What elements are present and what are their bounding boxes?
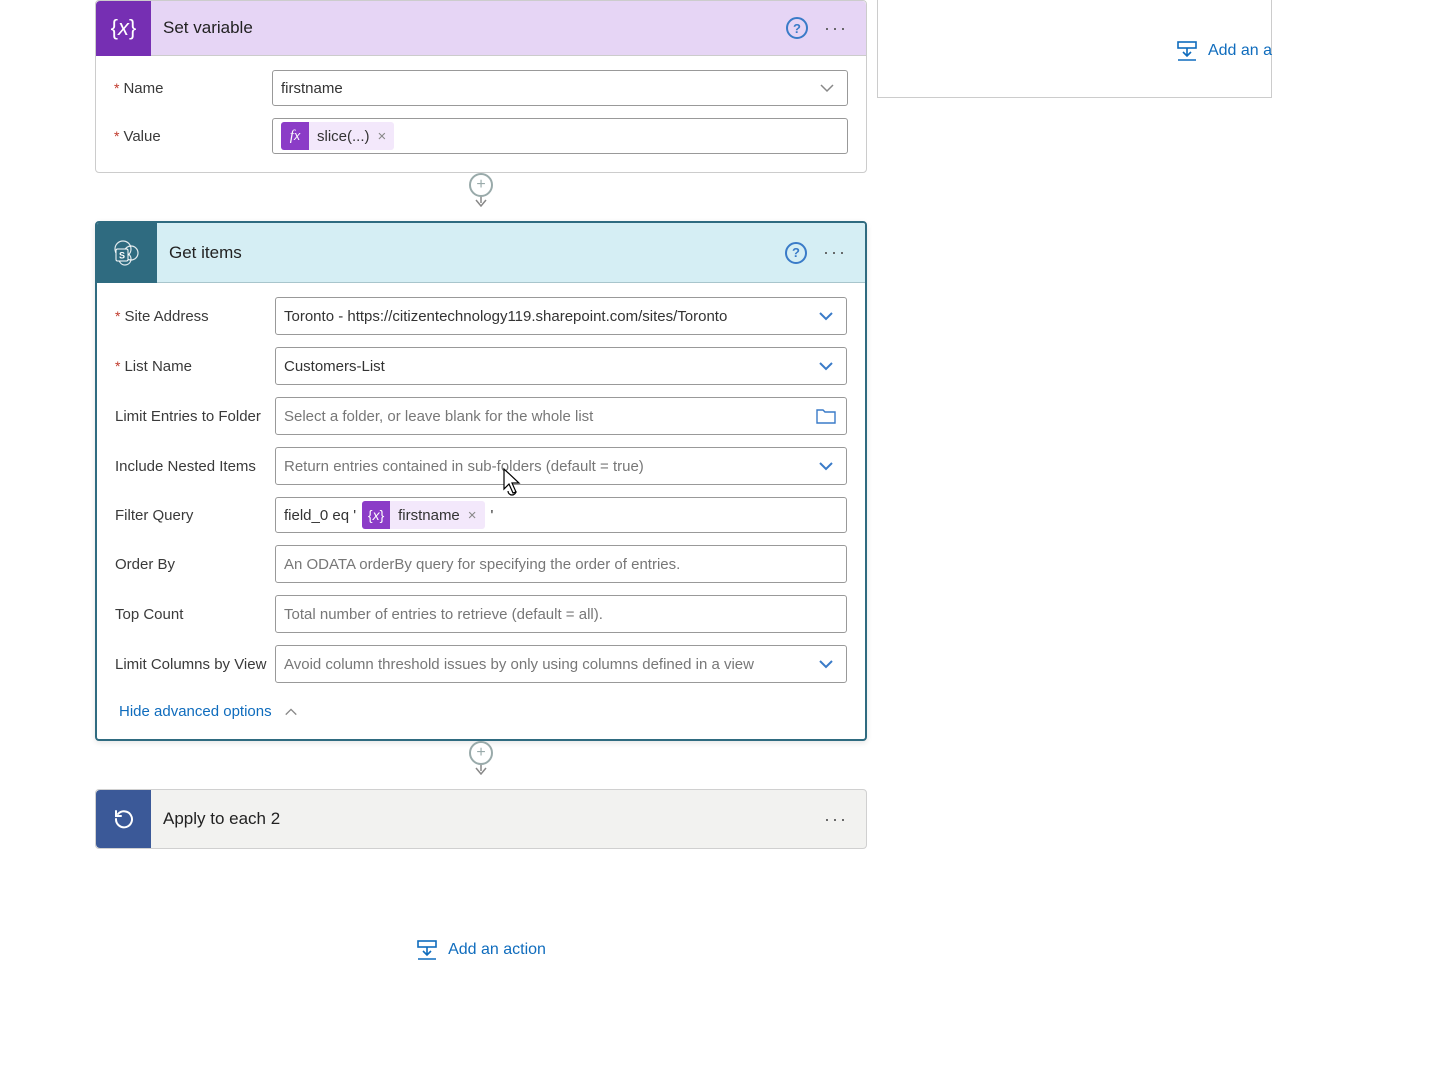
site-address-label: *Site Address bbox=[115, 308, 275, 325]
expression-token: fx slice(...) × bbox=[281, 122, 394, 150]
folder-icon[interactable] bbox=[816, 408, 836, 424]
menu-icon[interactable]: ··· bbox=[824, 809, 848, 830]
orderby-label: Order By bbox=[115, 556, 275, 573]
svg-text:S: S bbox=[119, 250, 125, 260]
variable-icon: {x} bbox=[96, 1, 151, 56]
help-icon[interactable]: ? bbox=[785, 242, 807, 264]
variable-badge-icon: {x} bbox=[362, 501, 390, 529]
menu-icon[interactable]: ··· bbox=[823, 242, 847, 263]
connector: + bbox=[95, 173, 867, 221]
apply-to-each-card: Apply to each 2 ··· bbox=[95, 789, 867, 849]
name-value: firstname bbox=[281, 80, 343, 97]
site-address-dropdown[interactable]: Toronto - https://citizentechnology119.s… bbox=[275, 297, 847, 335]
get-items-card: S Get items ? ··· *Site Address Toronto … bbox=[95, 221, 867, 741]
remove-token-icon[interactable]: × bbox=[378, 128, 395, 145]
menu-icon[interactable]: ··· bbox=[824, 18, 848, 39]
filter-query-input[interactable]: field_0 eq ' {x} firstname × ' bbox=[275, 497, 847, 533]
chevron-down-icon bbox=[819, 80, 835, 96]
sharepoint-icon: S bbox=[97, 223, 157, 283]
nested-items-label: Include Nested Items bbox=[115, 458, 275, 475]
add-action-button[interactable]: Add an action bbox=[95, 939, 867, 961]
get-items-header[interactable]: S Get items ? ··· bbox=[97, 223, 865, 283]
set-variable-title: Set variable bbox=[163, 18, 786, 38]
orderby-placeholder: An ODATA orderBy query for specifying th… bbox=[284, 556, 680, 573]
expression-token-label: slice(...) bbox=[309, 128, 378, 145]
add-action-button-right[interactable]: Add an a bbox=[1176, 40, 1272, 62]
set-variable-card: {x} Set variable ? ··· *Name firstname *… bbox=[95, 0, 867, 173]
right-panel: Add an a bbox=[877, 0, 1272, 98]
limit-folder-input[interactable]: Select a folder, or leave blank for the … bbox=[275, 397, 847, 435]
value-label: *Value bbox=[114, 128, 272, 145]
get-items-title: Get items bbox=[169, 243, 785, 263]
variable-token-label: firstname bbox=[390, 507, 468, 524]
limit-columns-placeholder: Avoid column threshold issues by only us… bbox=[284, 656, 782, 673]
limit-folder-label: Limit Entries to Folder bbox=[115, 408, 275, 425]
hide-advanced-label: Hide advanced options bbox=[119, 703, 272, 720]
add-action-label: Add an action bbox=[448, 941, 546, 959]
list-name-value: Customers-List bbox=[284, 358, 385, 375]
value-input[interactable]: fx slice(...) × bbox=[272, 118, 848, 154]
site-address-value: Toronto - https://citizentechnology119.s… bbox=[284, 308, 755, 325]
filter-prefix-text: field_0 eq ' bbox=[284, 507, 356, 524]
hide-advanced-link[interactable]: Hide advanced options bbox=[119, 703, 298, 720]
top-count-input[interactable]: Total number of entries to retrieve (def… bbox=[275, 595, 847, 633]
filter-suffix-text: ' bbox=[491, 507, 494, 524]
name-label: *Name bbox=[114, 80, 272, 97]
limit-columns-dropdown[interactable]: Avoid column threshold issues by only us… bbox=[275, 645, 847, 683]
chevron-down-icon bbox=[818, 656, 834, 672]
add-step-button[interactable]: + bbox=[469, 741, 493, 765]
loop-icon bbox=[96, 790, 151, 848]
filter-query-label: Filter Query bbox=[115, 507, 275, 524]
top-count-placeholder: Total number of entries to retrieve (def… bbox=[284, 606, 603, 623]
chevron-down-icon bbox=[818, 308, 834, 324]
nested-items-placeholder: Return entries contained in sub-folders … bbox=[284, 458, 644, 475]
variable-token: {x} firstname × bbox=[362, 501, 484, 529]
list-name-dropdown[interactable]: Customers-List bbox=[275, 347, 847, 385]
nested-items-dropdown[interactable]: Return entries contained in sub-folders … bbox=[275, 447, 847, 485]
add-action-icon bbox=[1176, 40, 1198, 62]
remove-token-icon[interactable]: × bbox=[468, 507, 485, 524]
name-dropdown[interactable]: firstname bbox=[272, 70, 848, 106]
help-icon[interactable]: ? bbox=[786, 17, 808, 39]
apply-to-each-header[interactable]: Apply to each 2 ··· bbox=[96, 790, 866, 848]
limit-columns-label: Limit Columns by View bbox=[115, 656, 275, 673]
set-variable-header[interactable]: {x} Set variable ? ··· bbox=[96, 1, 866, 56]
add-action-label-right: Add an a bbox=[1208, 42, 1272, 60]
chevron-up-icon bbox=[284, 705, 298, 719]
add-step-button[interactable]: + bbox=[469, 173, 493, 197]
orderby-input[interactable]: An ODATA orderBy query for specifying th… bbox=[275, 545, 847, 583]
limit-folder-placeholder: Select a folder, or leave blank for the … bbox=[284, 408, 593, 425]
apply-to-each-title: Apply to each 2 bbox=[163, 809, 824, 829]
top-count-label: Top Count bbox=[115, 606, 275, 623]
fx-icon: fx bbox=[281, 122, 309, 150]
list-name-label: *List Name bbox=[115, 358, 275, 375]
chevron-down-icon bbox=[818, 458, 834, 474]
chevron-down-icon bbox=[818, 358, 834, 374]
connector: + bbox=[95, 741, 867, 789]
add-action-icon bbox=[416, 939, 438, 961]
